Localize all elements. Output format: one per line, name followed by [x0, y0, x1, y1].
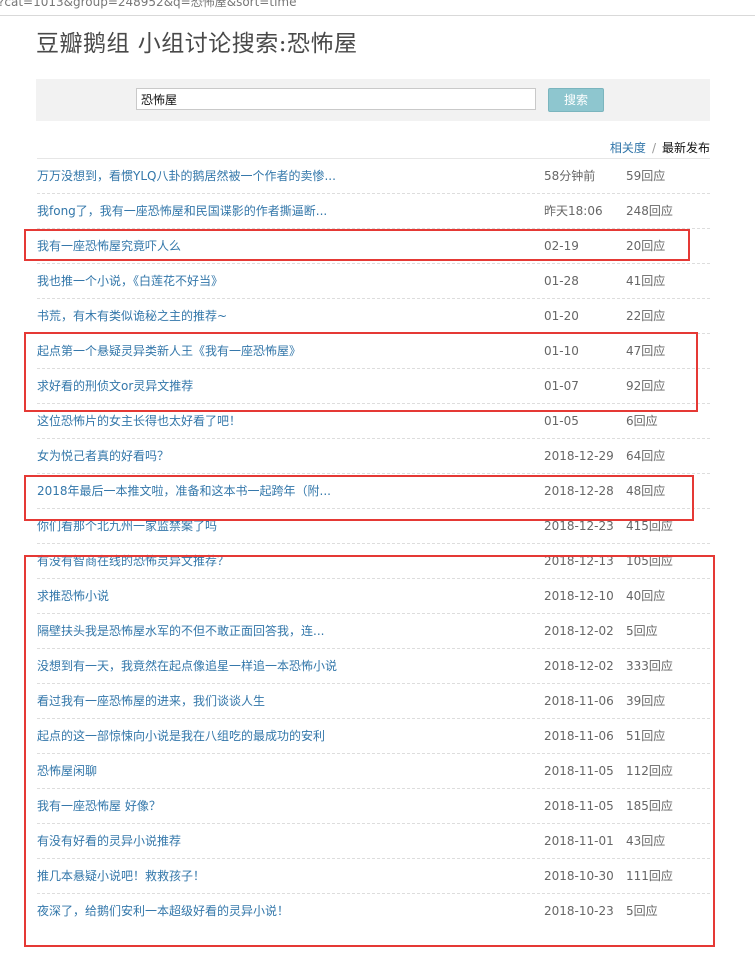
result-time: 2018-12-13: [544, 554, 614, 568]
result-row: 2018年最后一本推文啦，准备和这本书一起跨年（附... 2018-12-28 48…: [37, 474, 710, 509]
result-row: 恐怖屋闲聊 2018-11-05 112回应: [37, 754, 710, 789]
result-title-link[interactable]: 恐怖屋闲聊: [37, 754, 97, 789]
result-time: 01-28: [544, 274, 579, 288]
result-title-link[interactable]: 求好看的刑侦文or灵异文推荐: [37, 369, 193, 404]
result-row: 看过我有一座恐怖屋的进来，我们谈谈人生 2018-11-06 39回应: [37, 684, 710, 719]
result-title-link[interactable]: 这位恐怖片的女主长得也太好看了吧！: [37, 404, 241, 439]
result-reply-count: 43回应: [626, 834, 666, 848]
result-row: 起点第一个悬疑灵异类新人王《我有一座恐怖屋》 01-10 47回应: [37, 334, 710, 369]
result-row: 书荒，有木有类似诡秘之主的推荐~ 01-20 22回应: [37, 299, 710, 334]
result-reply-count: 22回应: [626, 309, 666, 323]
result-reply-count: 48回应: [626, 484, 666, 498]
browser-url-text: ?cat=1013&group=248952&q=恐怖屋&sort=time: [0, 0, 297, 9]
result-time: 2018-12-02: [544, 659, 614, 673]
result-time: 01-10: [544, 344, 579, 358]
result-reply-count: 92回应: [626, 379, 666, 393]
browser-url-bar[interactable]: ?cat=1013&group=248952&q=恐怖屋&sort=time: [0, 0, 755, 16]
result-reply-count: 51回应: [626, 729, 666, 743]
result-title-link[interactable]: 我fong了，我有一座恐怖屋和民国谍影的作者撕逼断...: [37, 194, 327, 229]
search-button[interactable]: 搜索: [548, 88, 604, 112]
result-row: 夜深了，给鹅们安利一本超级好看的灵异小说！ 2018-10-23 5回应: [37, 894, 710, 929]
result-time: 2018-12-02: [544, 624, 614, 638]
result-reply-count: 6回应: [626, 414, 658, 428]
result-time: 2018-10-30: [544, 869, 614, 883]
result-row: 隔壁扶头我是恐怖屋水军的不但不敢正面回答我，连... 2018-12-02 5回应: [37, 614, 710, 649]
result-time: 昨天18:06: [544, 204, 603, 218]
result-title-link[interactable]: 有没有好看的灵异小说推荐: [37, 824, 181, 859]
result-title-link[interactable]: 夜深了，给鹅们安利一本超级好看的灵异小说！: [37, 894, 289, 929]
result-reply-count: 5回应: [626, 904, 658, 918]
result-row: 这位恐怖片的女主长得也太好看了吧！ 01-05 6回应: [37, 404, 710, 439]
result-reply-count: 39回应: [626, 694, 666, 708]
result-reply-count: 415回应: [626, 519, 673, 533]
result-time: 2018-11-06: [544, 729, 614, 743]
result-title-link[interactable]: 2018年最后一本推文啦，准备和这本书一起跨年（附...: [37, 474, 331, 509]
result-time: 02-19: [544, 239, 579, 253]
result-time: 2018-10-23: [544, 904, 614, 918]
result-reply-count: 64回应: [626, 449, 666, 463]
result-row: 有没有智商在线的恐怖灵异文推荐？ 2018-12-13 105回应: [37, 544, 710, 579]
result-title-link[interactable]: 我也推一个小说，《白莲花不好当》: [37, 264, 223, 299]
result-title-link[interactable]: 没想到有一天，我竟然在起点像追星一样追一本恐怖小说: [37, 649, 337, 684]
result-title-link[interactable]: 你们看那个北九州一家监禁案了吗: [37, 509, 217, 544]
result-title-link[interactable]: 隔壁扶头我是恐怖屋水军的不但不敢正面回答我，连...: [37, 614, 324, 649]
sort-options: 相关度 / 最新发布: [610, 139, 710, 156]
result-row: 万万没想到，看惯YLQ八卦的鹅居然被一个作者的卖惨... 58分钟前 59回应: [37, 159, 710, 194]
result-time: 2018-11-06: [544, 694, 614, 708]
result-time: 2018-11-05: [544, 799, 614, 813]
result-title-link[interactable]: 有没有智商在线的恐怖灵异文推荐？: [37, 544, 229, 579]
result-row: 女为悦己者真的好看吗？ 2018-12-29 64回应: [37, 439, 710, 474]
result-row: 我也推一个小说，《白莲花不好当》 01-28 41回应: [37, 264, 710, 299]
result-time: 01-07: [544, 379, 579, 393]
result-title-link[interactable]: 我有一座恐怖屋究竟吓人么: [37, 229, 181, 264]
result-row: 推几本悬疑小说吧！救救孩子！ 2018-10-30 111回应: [37, 859, 710, 894]
result-reply-count: 5回应: [626, 624, 658, 638]
result-list: 万万没想到，看惯YLQ八卦的鹅居然被一个作者的卖惨... 58分钟前 59回应 我f…: [37, 158, 710, 929]
search-bar: 搜索: [36, 79, 710, 121]
result-reply-count: 47回应: [626, 344, 666, 358]
result-title-link[interactable]: 推几本悬疑小说吧！救救孩子！: [37, 859, 205, 894]
sort-relevance-link[interactable]: 相关度: [610, 141, 646, 155]
result-row: 没想到有一天，我竟然在起点像追星一样追一本恐怖小说 2018-12-02 333回应: [37, 649, 710, 684]
result-time: 2018-12-29: [544, 449, 614, 463]
result-reply-count: 105回应: [626, 554, 673, 568]
result-reply-count: 248回应: [626, 204, 673, 218]
result-time: 01-20: [544, 309, 579, 323]
result-reply-count: 20回应: [626, 239, 666, 253]
result-row: 你们看那个北九州一家监禁案了吗 2018-12-23 415回应: [37, 509, 710, 544]
result-row: 有没有好看的灵异小说推荐 2018-11-01 43回应: [37, 824, 710, 859]
result-row: 我有一座恐怖屋究竟吓人么 02-19 20回应: [37, 229, 710, 264]
search-input[interactable]: [136, 88, 536, 110]
result-title-link[interactable]: 起点第一个悬疑灵异类新人王《我有一座恐怖屋》: [37, 334, 301, 369]
result-reply-count: 333回应: [626, 659, 673, 673]
result-time: 2018-11-05: [544, 764, 614, 778]
result-time: 58分钟前: [544, 169, 596, 183]
result-reply-count: 112回应: [626, 764, 673, 778]
result-row: 求好看的刑侦文or灵异文推荐 01-07 92回应: [37, 369, 710, 404]
result-title-link[interactable]: 起点的这一部惊悚向小说是我在八组吃的最成功的安利: [37, 719, 325, 754]
result-reply-count: 185回应: [626, 799, 673, 813]
result-row: 求推恐怖小说 2018-12-10 40回应: [37, 579, 710, 614]
result-title-link[interactable]: 看过我有一座恐怖屋的进来，我们谈谈人生: [37, 684, 265, 719]
result-reply-count: 41回应: [626, 274, 666, 288]
result-row: 我有一座恐怖屋 好像？ 2018-11-05 185回应: [37, 789, 710, 824]
sort-latest-current: 最新发布: [661, 141, 710, 155]
result-time: 01-05: [544, 414, 579, 428]
result-title-link[interactable]: 万万没想到，看惯YLQ八卦的鹅居然被一个作者的卖惨...: [37, 159, 336, 194]
result-row: 起点的这一部惊悚向小说是我在八组吃的最成功的安利 2018-11-06 51回应: [37, 719, 710, 754]
sort-separator: /: [651, 141, 656, 155]
result-title-link[interactable]: 我有一座恐怖屋 好像？: [37, 789, 161, 824]
result-time: 2018-12-23: [544, 519, 614, 533]
result-title-link[interactable]: 求推恐怖小说: [37, 579, 109, 614]
result-reply-count: 40回应: [626, 589, 666, 603]
result-title-link[interactable]: 女为悦己者真的好看吗？: [37, 439, 169, 474]
result-title-link[interactable]: 书荒，有木有类似诡秘之主的推荐~: [37, 299, 227, 334]
result-reply-count: 59回应: [626, 169, 666, 183]
page-title: 豆瓣鹅组 小组讨论搜索:恐怖屋: [36, 31, 358, 57]
result-row: 我fong了，我有一座恐怖屋和民国谍影的作者撕逼断... 昨天18:06 248回应: [37, 194, 710, 229]
result-time: 2018-12-28: [544, 484, 614, 498]
result-reply-count: 111回应: [626, 869, 673, 883]
result-time: 2018-12-10: [544, 589, 614, 603]
result-time: 2018-11-01: [544, 834, 614, 848]
